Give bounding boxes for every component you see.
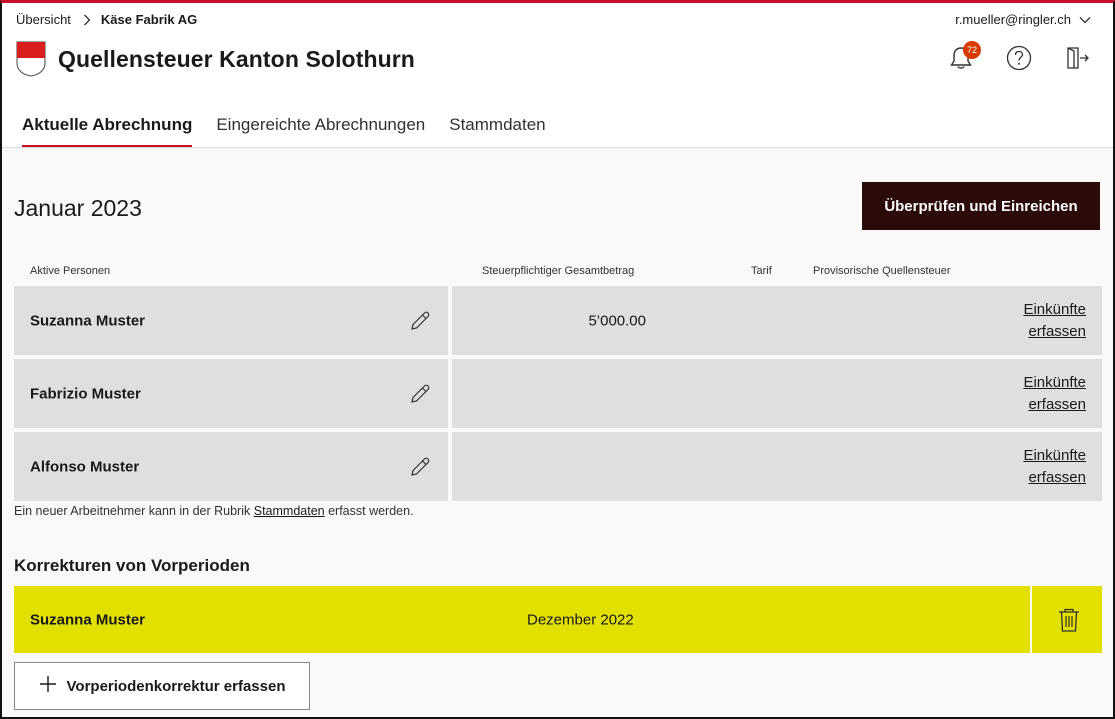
- user-menu[interactable]: r.mueller@ringler.ch: [955, 12, 1091, 27]
- correction-period: Dezember 2022: [527, 611, 634, 628]
- hint-text-after: erfasst werden.: [328, 504, 414, 518]
- coat-of-arms-icon: [16, 41, 46, 77]
- person-row: Fabrizio Muster: [14, 359, 448, 428]
- person-name: Alfonso Muster: [30, 458, 140, 475]
- edit-pencil-icon[interactable]: [408, 382, 432, 406]
- column-header-persons: Aktive Personen: [30, 265, 111, 277]
- add-prior-period-correction-button[interactable]: Vorperiodenkorrektur erfassen: [14, 662, 310, 710]
- logout-button[interactable]: [1063, 45, 1091, 75]
- person-amount-row: 5’000.00 Einkünfte erfassen: [452, 286, 1102, 355]
- record-income-link-line1: Einkünfte: [1023, 300, 1086, 318]
- record-income-link-line2: erfassen: [1028, 395, 1086, 413]
- review-and-submit-button[interactable]: Überprüfen und Einreichen: [862, 182, 1100, 230]
- period-heading: Januar 2023: [14, 195, 142, 221]
- record-income-link[interactable]: Einkünfte erfassen: [1006, 299, 1086, 343]
- breadcrumb: Übersicht Käse Fabrik AG: [16, 12, 197, 27]
- record-income-link-line1: Einkünfte: [1023, 373, 1086, 391]
- person-row: Suzanna Muster: [14, 286, 448, 355]
- hint-text-before: Ein neuer Arbeitnehmer kann in der Rubri…: [14, 504, 251, 518]
- breadcrumb-home-link[interactable]: Übersicht: [16, 12, 71, 27]
- tab-submitted-statements[interactable]: Eingereichte Abrechnungen: [216, 115, 425, 147]
- person-name: Fabrizio Muster: [30, 385, 141, 402]
- header: Übersicht Käse Fabrik AG r.mueller@ringl…: [2, 3, 1113, 148]
- column-header-total: Steuerpflichtiger Gesamtbetrag: [482, 265, 635, 277]
- record-income-link[interactable]: Einkünfte erfassen: [1006, 372, 1086, 416]
- person-row: Alfonso Muster: [14, 432, 448, 501]
- corrections-section-title: Korrekturen von Vorperioden: [14, 556, 250, 575]
- page-title: Quellensteuer Kanton Solothurn: [58, 45, 415, 72]
- tab-bar: Aktuelle Abrechnung Eingereichte Abrechn…: [22, 115, 546, 147]
- person-name: Suzanna Muster: [30, 312, 146, 329]
- header-actions: 72: [947, 41, 1091, 75]
- record-income-link-line2: erfassen: [1028, 322, 1086, 340]
- breadcrumb-current: Käse Fabrik AG: [100, 12, 198, 27]
- app-window: Übersicht Käse Fabrik AG r.mueller@ringl…: [0, 0, 1115, 719]
- notifications-button[interactable]: 72: [947, 41, 981, 75]
- chevron-right-icon: [83, 14, 91, 26]
- record-income-link-line2: erfassen: [1028, 468, 1086, 486]
- tab-master-data[interactable]: Stammdaten: [449, 115, 545, 147]
- edit-pencil-icon[interactable]: [408, 309, 432, 333]
- tab-current-statement[interactable]: Aktuelle Abrechnung: [22, 115, 193, 147]
- plus-icon: [39, 675, 57, 697]
- column-header-provisional-tax: Provisorische Quellensteuer: [813, 265, 951, 277]
- master-data-link[interactable]: Stammdaten: [254, 504, 325, 518]
- person-amount-row: Einkünfte erfassen: [452, 359, 1102, 428]
- record-income-link[interactable]: Einkünfte erfassen: [1006, 445, 1086, 489]
- taxable-total-amount: 5’000.00: [588, 312, 646, 329]
- correction-person-name: Suzanna Muster: [30, 611, 146, 628]
- divider: [1030, 586, 1032, 653]
- notification-count-badge: 72: [963, 41, 981, 59]
- sign-out-icon: [1064, 45, 1090, 76]
- edit-pencil-icon[interactable]: [408, 455, 432, 479]
- trash-icon[interactable]: [1056, 606, 1082, 634]
- column-header-tariff: Tarif: [751, 265, 772, 277]
- help-button[interactable]: [1005, 45, 1033, 75]
- add-prior-period-correction-label: Vorperiodenkorrektur erfassen: [66, 677, 286, 695]
- record-income-link-line1: Einkünfte: [1023, 446, 1086, 464]
- new-employee-hint: Ein neuer Arbeitnehmer kann in der Rubri…: [14, 504, 414, 518]
- user-email: r.mueller@ringler.ch: [955, 12, 1071, 27]
- correction-row: Suzanna Muster Dezember 2022: [14, 586, 1102, 653]
- help-icon: [1006, 45, 1032, 76]
- chevron-down-icon: [1079, 12, 1091, 27]
- person-amount-row: Einkünfte erfassen: [452, 432, 1102, 501]
- title-row: Quellensteuer Kanton Solothurn: [16, 41, 415, 77]
